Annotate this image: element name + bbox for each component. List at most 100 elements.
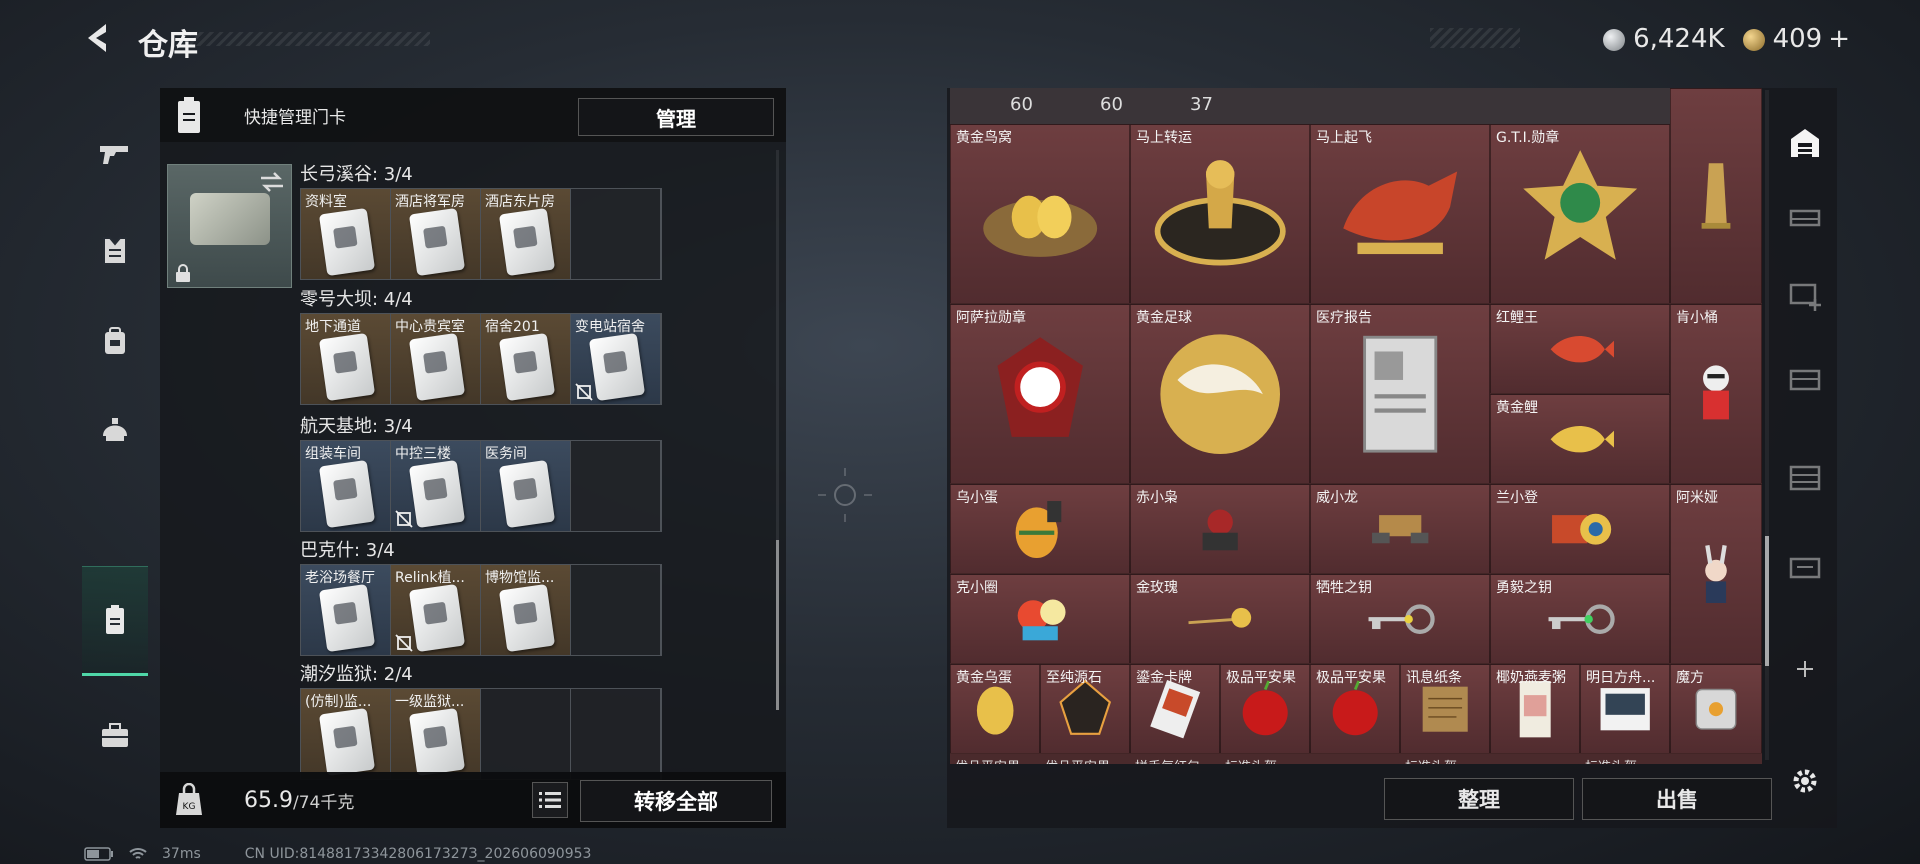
zone-key-grid: 地下通道 中心贵宾室 宿舍201 变电站宿舍 — [300, 313, 662, 405]
inventory-item[interactable]: 黄金鸟窝 — [950, 124, 1130, 304]
page-title: 仓库 — [138, 28, 198, 63]
inventory-item[interactable]: 极品平安果 — [1220, 664, 1310, 754]
storage-add-icon — [1789, 283, 1821, 311]
inventory-item[interactable]: 极品平安果 — [1310, 664, 1400, 754]
partial-item-label: 标准头盔 — [1405, 756, 1457, 764]
inventory-item[interactable]: 黄金足球 — [1130, 304, 1310, 484]
back-arrow-icon[interactable] — [80, 20, 116, 56]
transfer-all-button[interactable]: 转移全部 — [580, 780, 772, 822]
keycard-slot[interactable]: 中控三楼 — [391, 441, 481, 531]
tab-storage-1[interactable] — [1780, 192, 1830, 242]
inventory-item[interactable]: 医疗报告 — [1310, 304, 1490, 484]
nav-toolbox[interactable] — [90, 710, 140, 760]
keycard-slot[interactable]: (仿制)监... — [301, 689, 391, 779]
add-currency-button[interactable]: + — [1828, 24, 1850, 54]
tab-storage-2[interactable] — [1780, 270, 1830, 320]
nav-armor[interactable] — [90, 226, 140, 276]
zone-key-grid: (仿制)监... 一级监狱... — [300, 688, 662, 780]
inventory-item[interactable]: 至纯源石 — [1040, 664, 1130, 754]
empty-key-slot[interactable] — [571, 441, 661, 531]
keycard-slot[interactable]: 酒店东片房 — [481, 189, 571, 279]
keycard-slot[interactable]: 博物馆监... — [481, 565, 571, 655]
item-label: 阿萨拉勋章 — [956, 310, 1026, 326]
manage-button[interactable]: 管理 — [578, 98, 774, 136]
keycard-slot[interactable]: 变电站宿舍 — [571, 314, 661, 404]
inventory-item[interactable]: 金玫瑰 — [1130, 574, 1310, 664]
item-label: 勇毅之钥 — [1496, 580, 1552, 596]
keycard-list-scroll-thumb[interactable] — [776, 540, 779, 710]
keycard-slot[interactable]: 宿舍201 — [481, 314, 571, 404]
inventory-item[interactable]: 乌小蛋 — [950, 484, 1130, 574]
nav-backpack[interactable] — [90, 316, 140, 366]
inventory-item[interactable] — [1670, 88, 1762, 304]
gold-currency[interactable]: 409 + — [1742, 24, 1850, 54]
silver-coin-icon — [1603, 28, 1626, 51]
inventory-item[interactable]: 马上起飞 — [1310, 124, 1490, 304]
no-return-icon — [395, 634, 413, 652]
nav-weapons[interactable] — [90, 128, 140, 178]
list-view-button[interactable] — [532, 782, 568, 818]
organize-button[interactable]: 整理 — [1384, 778, 1574, 820]
empty-key-slot[interactable] — [571, 189, 661, 279]
item-label: 阿米娅 — [1676, 490, 1718, 506]
partial-item-label: 拼手气红包 — [1135, 756, 1200, 764]
inventory-item[interactable]: 马上转运 — [1130, 124, 1310, 304]
inventory-item[interactable]: 勇毅之钥 — [1490, 574, 1670, 664]
inventory-item[interactable]: 讯息纸条 — [1400, 664, 1490, 754]
settings-button[interactable] — [1780, 756, 1830, 806]
tab-storage-5[interactable] — [1780, 542, 1830, 592]
inventory-item[interactable]: 威小龙 — [1310, 484, 1490, 574]
storage-tab-4-icon — [1789, 465, 1821, 491]
inventory-item[interactable]: 肯小桶 — [1670, 304, 1762, 484]
equipped-keycard-slot[interactable] — [167, 164, 292, 288]
inventory-item[interactable]: 魔方 — [1670, 664, 1762, 754]
nav-helmet[interactable] — [90, 404, 140, 454]
empty-key-slot[interactable] — [481, 689, 571, 779]
keycard-icon — [178, 97, 200, 133]
keycard-slot[interactable]: Relink植... — [391, 565, 481, 655]
keycard-slot[interactable]: 地下通道 — [301, 314, 391, 404]
inventory-item[interactable]: 明日方舟... — [1580, 664, 1670, 754]
ping-value: 37ms — [162, 846, 201, 862]
item-art — [1131, 305, 1309, 483]
inventory-item[interactable]: 阿米娅 — [1670, 484, 1762, 664]
keycard-slot[interactable]: 酒店将军房 — [391, 189, 481, 279]
weight-footer: KG 65.9/74千克 转移全部 — [160, 772, 786, 828]
inventory-item[interactable]: 红鲤王 — [1490, 304, 1670, 394]
sell-button[interactable]: 出售 — [1582, 778, 1772, 820]
add-storage-button[interactable] — [1780, 644, 1830, 694]
inventory-item[interactable]: 克小圈 — [950, 574, 1130, 664]
inventory-scroll-thumb[interactable] — [1765, 536, 1769, 666]
tab-storage-3[interactable] — [1780, 354, 1830, 404]
inventory-item[interactable]: 阿萨拉勋章 — [950, 304, 1130, 484]
empty-key-slot[interactable] — [571, 565, 661, 655]
inventory-item[interactable]: 黄金鲤 — [1490, 394, 1670, 484]
inventory-top-row — [950, 88, 1762, 124]
silver-currency: 6,424K — [1603, 24, 1725, 54]
keycard-label: 地下通道 — [305, 319, 361, 335]
medical-report-icon — [1362, 335, 1438, 453]
swap-icon[interactable] — [259, 171, 285, 193]
keycard-slot[interactable]: 资料室 — [301, 189, 391, 279]
tab-storage-4[interactable] — [1780, 452, 1830, 502]
inventory-item[interactable]: G.T.I.勋章 — [1490, 124, 1670, 304]
keycard-label: 酒店将军房 — [395, 194, 465, 210]
item-art — [1671, 89, 1761, 303]
keycard-slot[interactable]: 一级监狱... — [391, 689, 481, 779]
item-art — [951, 305, 1129, 483]
inventory-item[interactable]: 鎏金卡牌 — [1130, 664, 1220, 754]
gold-currency-value: 409 — [1772, 24, 1823, 54]
quick-manage-label: 快捷管理门卡 — [244, 107, 346, 128]
inventory-item[interactable]: 牺牲之钥 — [1310, 574, 1490, 664]
inventory-item[interactable]: 椰奶燕麦粥 — [1490, 664, 1580, 754]
keycard-slot[interactable]: 医务间 — [481, 441, 571, 531]
keycard-slot[interactable]: 组装车间 — [301, 441, 391, 531]
inventory-item[interactable]: 兰小登 — [1490, 484, 1670, 574]
inventory-item[interactable]: 赤小枭 — [1130, 484, 1310, 574]
inventory-item[interactable]: 黄金乌蛋 — [950, 664, 1040, 754]
tab-warehouse[interactable] — [1780, 118, 1830, 168]
keycard-slot[interactable]: 中心贵宾室 — [391, 314, 481, 404]
empty-key-slot[interactable] — [571, 689, 661, 779]
keycard-slot[interactable]: 老浴场餐厅 — [301, 565, 391, 655]
nav-keycards[interactable] — [90, 596, 140, 646]
